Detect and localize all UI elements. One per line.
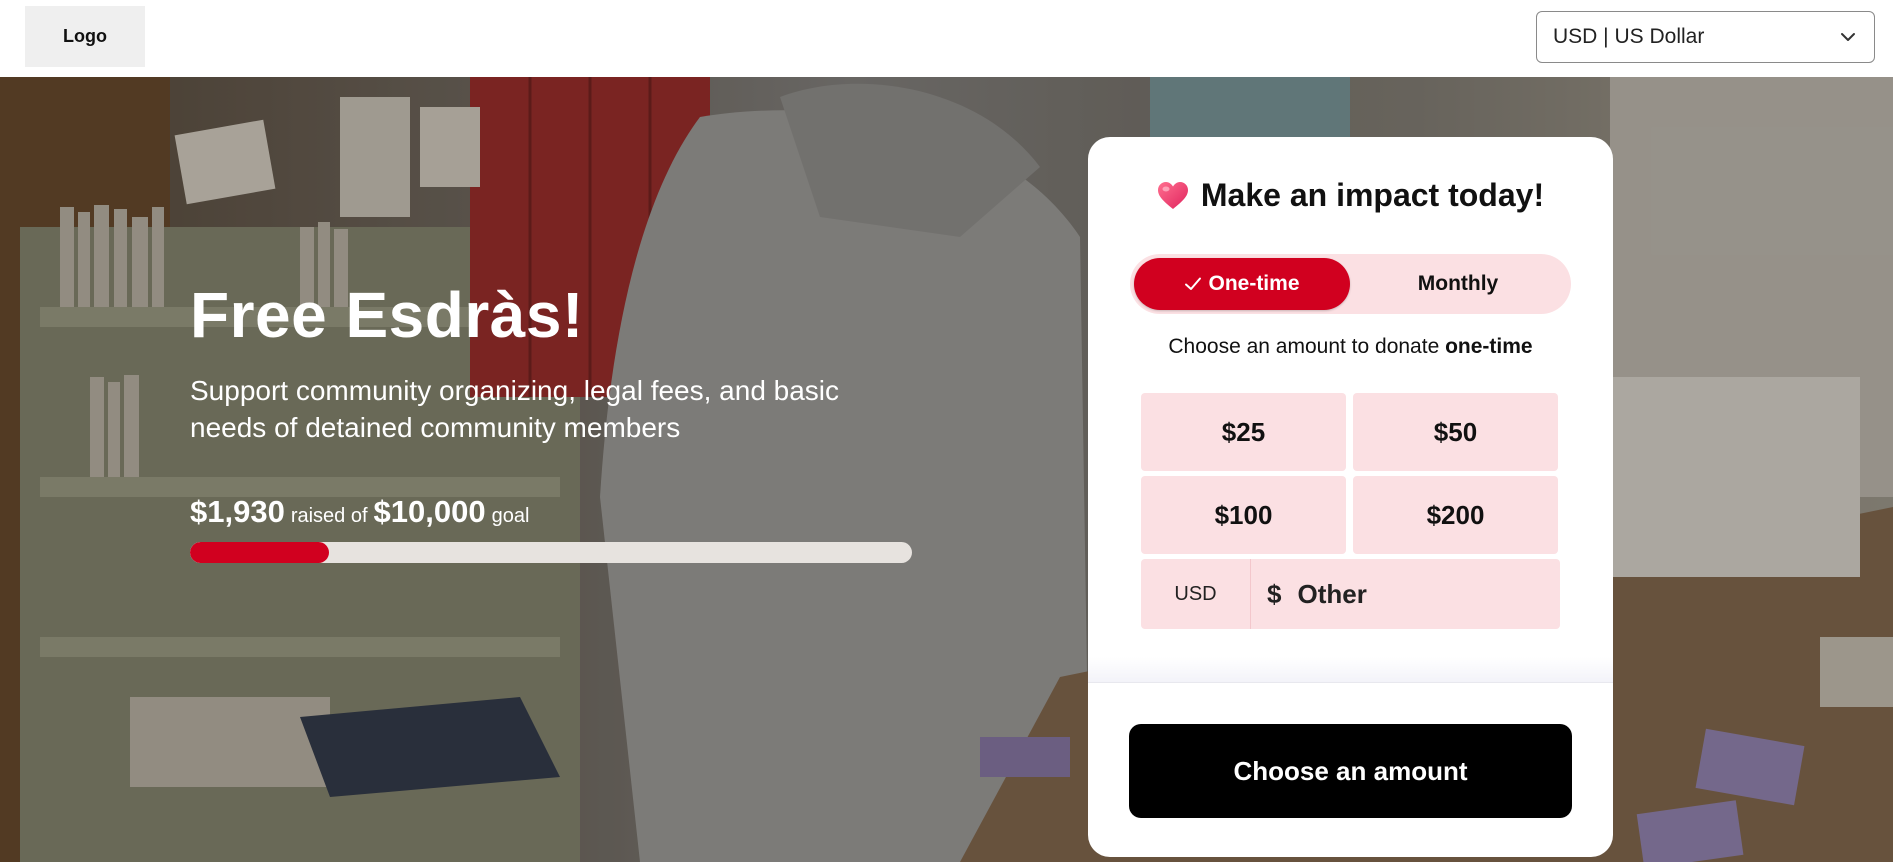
progress-bar	[190, 542, 912, 564]
one-time-button[interactable]: One-time	[1134, 258, 1350, 310]
donation-card-title-text: Make an impact today!	[1200, 177, 1545, 213]
other-amount-input[interactable]: $ Other	[1251, 559, 1560, 629]
logo[interactable]: Logo	[25, 6, 145, 67]
monthly-button[interactable]: Monthly	[1350, 258, 1566, 310]
progress-bar-fill	[190, 542, 330, 564]
check-icon	[1185, 277, 1202, 290]
frequency-toggle: One-time Monthly	[1130, 254, 1571, 314]
campaign-subtitle: Support community organizing, legal fees…	[190, 375, 840, 444]
goal-amount: $10,000	[373, 494, 486, 530]
donation-card-title: Make an impact today!	[1088, 177, 1613, 214]
amount-option-50[interactable]: $50	[1353, 393, 1558, 471]
chevron-down-icon	[1841, 33, 1855, 41]
choose-amount-button[interactable]: Choose an amount	[1129, 724, 1572, 818]
card-divider	[1088, 682, 1613, 683]
campaign-info: Free Esdràs! Support community organizin…	[190, 279, 950, 564]
raised-of-text: raised of	[290, 505, 368, 528]
goal-text: goal	[491, 505, 530, 528]
choose-amount-prefix: Choose an amount to donate	[1168, 335, 1440, 358]
other-amount-currency[interactable]: USD	[1141, 559, 1251, 629]
amount-option-100[interactable]: $100	[1141, 476, 1346, 554]
currency-symbol: $	[1267, 578, 1282, 609]
raised-amount: $1,930	[190, 494, 285, 530]
other-amount-field: USD $ Other	[1141, 559, 1560, 629]
raised-summary: $1,930 raised of $10,000 goal	[190, 494, 950, 530]
heart-icon	[1157, 181, 1188, 209]
campaign-title: Free Esdràs!	[190, 279, 584, 351]
choose-amount-text: Choose an amount to donate one-time	[1088, 335, 1613, 359]
card-footer-shadow	[1088, 657, 1613, 682]
amount-option-200[interactable]: $200	[1353, 476, 1558, 554]
one-time-label: One-time	[1208, 272, 1300, 295]
currency-select-value: USD | US Dollar	[1553, 25, 1705, 48]
amount-option-25[interactable]: $25	[1141, 393, 1346, 471]
choose-amount-frequency: one-time	[1445, 335, 1533, 358]
top-bar: Logo USD | US Dollar	[0, 0, 1893, 77]
currency-select[interactable]: USD | US Dollar	[1536, 11, 1875, 63]
donation-card: Make an impact today! One-time Monthly C…	[1088, 137, 1613, 857]
other-amount-placeholder: Other	[1297, 578, 1367, 609]
monthly-label: Monthly	[1417, 272, 1499, 295]
